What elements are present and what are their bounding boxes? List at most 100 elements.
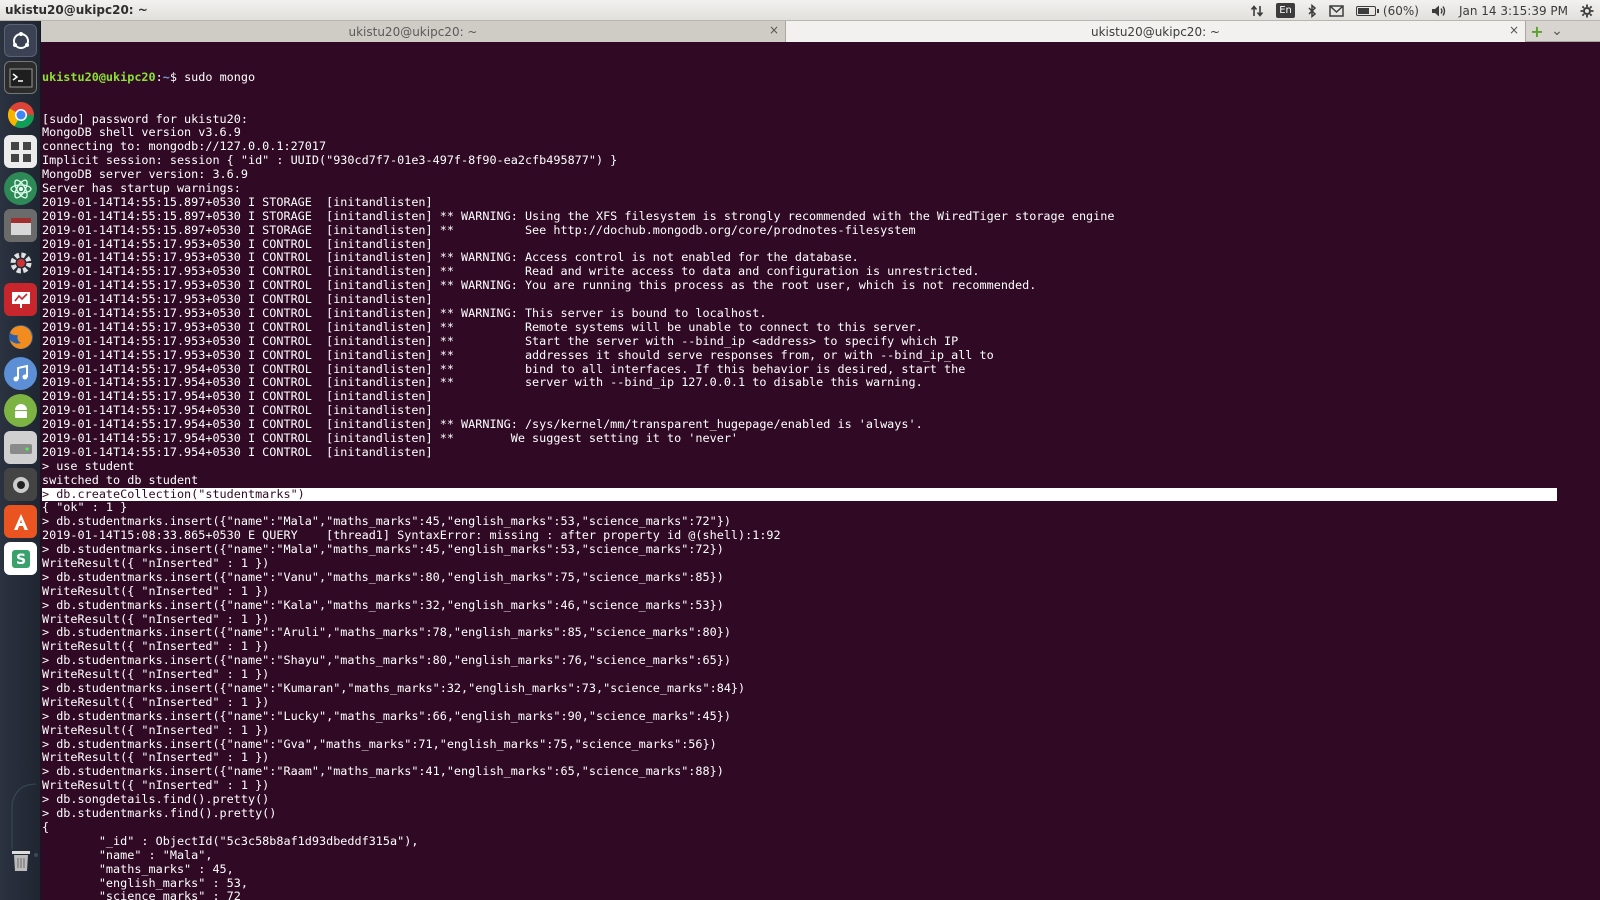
terminal-line: "name" : "Mala",	[42, 847, 213, 862]
svg-text:S: S	[15, 552, 25, 568]
terminal-line: WriteResult({ "nInserted" : 1 })	[42, 750, 270, 765]
battery-level	[1357, 7, 1369, 14]
terminal-line: 2019-01-14T14:55:17.954+0530 I CONTROL […	[42, 431, 739, 445]
android-icon[interactable]	[4, 394, 37, 427]
battery-icon	[1355, 5, 1379, 16]
terminal-line: "science_marks" : 72	[42, 889, 241, 900]
network-icon[interactable]	[1250, 0, 1264, 21]
keyboard-language-indicator[interactable]: En	[1276, 0, 1295, 21]
launcher: S	[0, 21, 41, 900]
tab-title: ukistu20@ukipc20: ~	[1090, 24, 1220, 39]
terminal-line: 2019-01-14T14:55:17.953+0530 I CONTROL […	[42, 292, 433, 307]
terminal-scrollbar[interactable]	[1566, 43, 1600, 900]
tab-terminal-2[interactable]: ukistu20@ukipc20: ~ ×	[785, 21, 1526, 42]
terminal-line: 2019-01-14T14:55:17.953+0530 I CONTROL […	[42, 236, 433, 251]
terminal-line: 2019-01-14T14:55:17.953+0530 I CONTROL […	[42, 278, 1037, 293]
terminal-line: 2019-01-14T14:55:17.953+0530 I CONTROL […	[42, 347, 994, 362]
terminal-line: connecting to: mongodb://127.0.0.1:27017	[42, 139, 327, 154]
terminal-line: WriteResult({ "nInserted" : 1 })	[42, 611, 270, 626]
terminal-line: > db.studentmarks.insert({"name":"Raam",…	[42, 764, 724, 779]
top-panel: ukistu20@ukipc20: ~ En (60%) Jan 14 3:15…	[0, 0, 1600, 21]
presentation-icon[interactable]	[4, 283, 37, 316]
system-settings-icon[interactable]	[4, 246, 37, 279]
terminal-line: MongoDB server version: 3.6.9	[42, 167, 248, 182]
terminal-line: { "ok" : 1 }	[42, 500, 128, 515]
terminal-line: WriteResult({ "nInserted" : 1 })	[42, 778, 270, 793]
camera-icon[interactable]	[4, 468, 37, 501]
tab-close-icon[interactable]: ×	[1509, 23, 1519, 37]
terminal-icon[interactable]	[4, 61, 37, 94]
terminal-line: WriteResult({ "nInserted" : 1 })	[42, 722, 270, 737]
terminal-line: 2019-01-14T14:55:17.954+0530 I CONTROL […	[42, 403, 433, 418]
volume-icon[interactable]	[1431, 0, 1447, 21]
terminal-line: "_id" : ObjectId("5c3c58b8af1d93dbeddf31…	[42, 833, 419, 848]
terminal-line: WriteResult({ "nInserted" : 1 })	[42, 583, 270, 598]
drive-icon[interactable]	[4, 431, 37, 464]
terminal-line: {	[42, 819, 50, 834]
terminal-output[interactable]: ukistu20@ukipc20:~$ sudo mongo [sudo] pa…	[42, 43, 1566, 900]
terminal-line: 2019-01-14T14:55:17.953+0530 I CONTROL […	[42, 319, 923, 334]
terminal-line: > db.songdetails.find().pretty()	[42, 792, 270, 807]
tab-title: ukistu20@ukipc20: ~	[348, 24, 478, 39]
new-tab-icon[interactable]: +	[1529, 22, 1545, 41]
battery-indicator[interactable]: (60%)	[1355, 0, 1419, 21]
prompt-separator: :	[155, 69, 163, 84]
terminal-line: Server has startup warnings:	[42, 180, 241, 195]
terminal-line: switched to db student	[42, 472, 199, 487]
slack-icon[interactable]: S	[4, 542, 37, 575]
session-gear-icon[interactable]	[1580, 0, 1594, 21]
terminal-line: > db.studentmarks.find().pretty()	[42, 806, 277, 821]
window-title: ukistu20@ukipc20: ~	[5, 3, 148, 17]
terminal-line: > db.studentmarks.insert({"name":"Aruli"…	[42, 625, 731, 640]
terminal-line: > db.studentmarks.insert({"name":"Kala",…	[42, 597, 724, 612]
terminal-line: > db.studentmarks.insert({"name":"Mala",…	[42, 514, 731, 529]
prompt-command: $ sudo mongo	[169, 69, 256, 84]
selected-terminal-line: > db.createCollection("studentmarks")	[42, 487, 1557, 502]
terminal-line: "english_marks" : 53,	[42, 875, 248, 890]
clock[interactable]: Jan 14 3:15:39 PM	[1459, 0, 1568, 21]
atom-icon[interactable]	[4, 172, 37, 205]
files-icon[interactable]	[4, 209, 37, 242]
terminal-line: 2019-01-14T14:55:17.954+0530 I CONTROL […	[42, 444, 433, 459]
language-label: En	[1276, 3, 1295, 18]
terminal-line: > db.studentmarks.insert({"name":"Shayu"…	[42, 653, 731, 668]
terminal-line: MongoDB shell version v3.6.9	[42, 125, 241, 140]
dash-home-icon[interactable]	[4, 24, 37, 57]
tab-close-icon[interactable]: ×	[769, 23, 779, 37]
terminal-line: 2019-01-14T14:55:17.953+0530 I CONTROL […	[42, 305, 767, 320]
terminal-line: 2019-01-14T14:55:15.897+0530 I STORAGE […	[42, 194, 433, 209]
terminal-line: 2019-01-14T14:55:15.897+0530 I STORAGE […	[42, 222, 916, 237]
terminal-line: 2019-01-14T14:55:17.953+0530 I CONTROL […	[42, 264, 980, 279]
tab-terminal-1[interactable]: ukistu20@ukipc20: ~ ×	[41, 21, 785, 42]
terminal-tab-bar: ukistu20@ukipc20: ~ × ukistu20@ukipc20: …	[41, 21, 1600, 42]
terminal-line: WriteResult({ "nInserted" : 1 })	[42, 556, 270, 571]
terminal-line: > db.studentmarks.insert({"name":"Mala",…	[42, 542, 724, 557]
music-icon[interactable]	[4, 357, 37, 390]
terminal-lines: ukistu20@ukipc20:~$ sudo mongo [sudo] pa…	[42, 43, 1566, 900]
terminal-line: 2019-01-14T14:55:17.954+0530 I CONTROL […	[42, 375, 923, 390]
trash-icon[interactable]	[4, 843, 37, 876]
firefox-icon[interactable]	[4, 320, 37, 353]
terminal-line: > use student	[42, 458, 135, 473]
battery-percent: (60%)	[1382, 3, 1419, 18]
terminal-line: 2019-01-14T15:08:33.865+0530 E QUERY [th…	[42, 528, 781, 543]
terminal-line: 2019-01-14T14:55:17.954+0530 I CONTROL […	[42, 417, 923, 432]
terminal-line: [sudo] password for ukistu20:	[42, 111, 248, 126]
terminal-line: 2019-01-14T14:55:17.954+0530 I CONTROL […	[42, 361, 966, 376]
apps-grid-icon[interactable]	[4, 135, 37, 168]
terminal-line: "maths_marks" : 45,	[42, 861, 234, 876]
tab-menu-chevron-icon[interactable]: ⌄	[1549, 23, 1565, 39]
terminal-line: > db.studentmarks.insert({"name":"Kumara…	[42, 681, 746, 696]
chrome-icon[interactable]	[4, 98, 37, 131]
mail-icon[interactable]	[1329, 0, 1344, 21]
terminal-line: > db.studentmarks.insert({"name":"Lucky"…	[42, 708, 731, 723]
terminal-line: > db.studentmarks.insert({"name":"Gva","…	[42, 736, 717, 751]
indicator-area: En (60%) Jan 14 3:15:39 PM	[1250, 0, 1594, 21]
terminal-line: Implicit session: session { "id" : UUID(…	[42, 153, 618, 168]
software-center-icon[interactable]	[4, 505, 37, 538]
prompt-path: ~	[162, 69, 170, 84]
bluetooth-icon[interactable]	[1307, 0, 1317, 21]
terminal-line: WriteResult({ "nInserted" : 1 })	[42, 639, 270, 654]
prompt-user: ukistu20@ukipc20	[42, 69, 156, 84]
terminal-line: WriteResult({ "nInserted" : 1 })	[42, 667, 270, 682]
